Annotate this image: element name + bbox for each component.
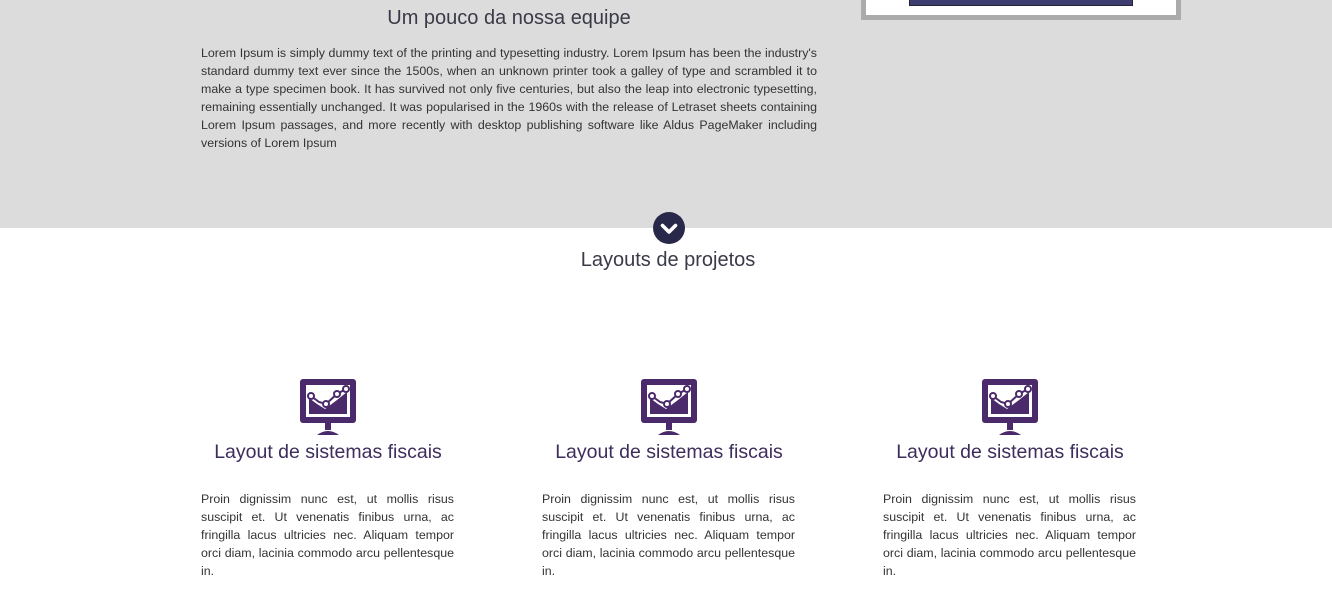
scroll-down-button[interactable] (653, 212, 685, 244)
monitor-chart-icon (982, 379, 1038, 435)
team-image-content (909, 0, 1133, 6)
card-title: Layout de sistemas fiscais (896, 441, 1124, 463)
card-text: Proin dignissim nunc est, ut mollis risu… (883, 492, 1136, 578)
team-image (861, 0, 1181, 20)
about-text: Lorem Ipsum is simply dummy text of the … (201, 46, 817, 150)
chevron-down-icon (660, 223, 678, 234)
projects-title: Layouts de projetos (580, 249, 756, 271)
monitor-chart-icon (641, 379, 697, 435)
card-title: Layout de sistemas fiscais (555, 441, 783, 463)
team-image-inner (866, 0, 1176, 15)
card-title: Layout de sistemas fiscais (214, 441, 442, 463)
monitor-chart-icon (300, 379, 356, 435)
card-text: Proin dignissim nunc est, ut mollis risu… (201, 492, 454, 578)
card-text: Proin dignissim nunc est, ut mollis risu… (542, 492, 795, 578)
about-section: Um pouco da nossa equipe Lorem Ipsum is … (0, 0, 1332, 228)
about-title: Um pouco da nossa equipe (387, 7, 631, 29)
